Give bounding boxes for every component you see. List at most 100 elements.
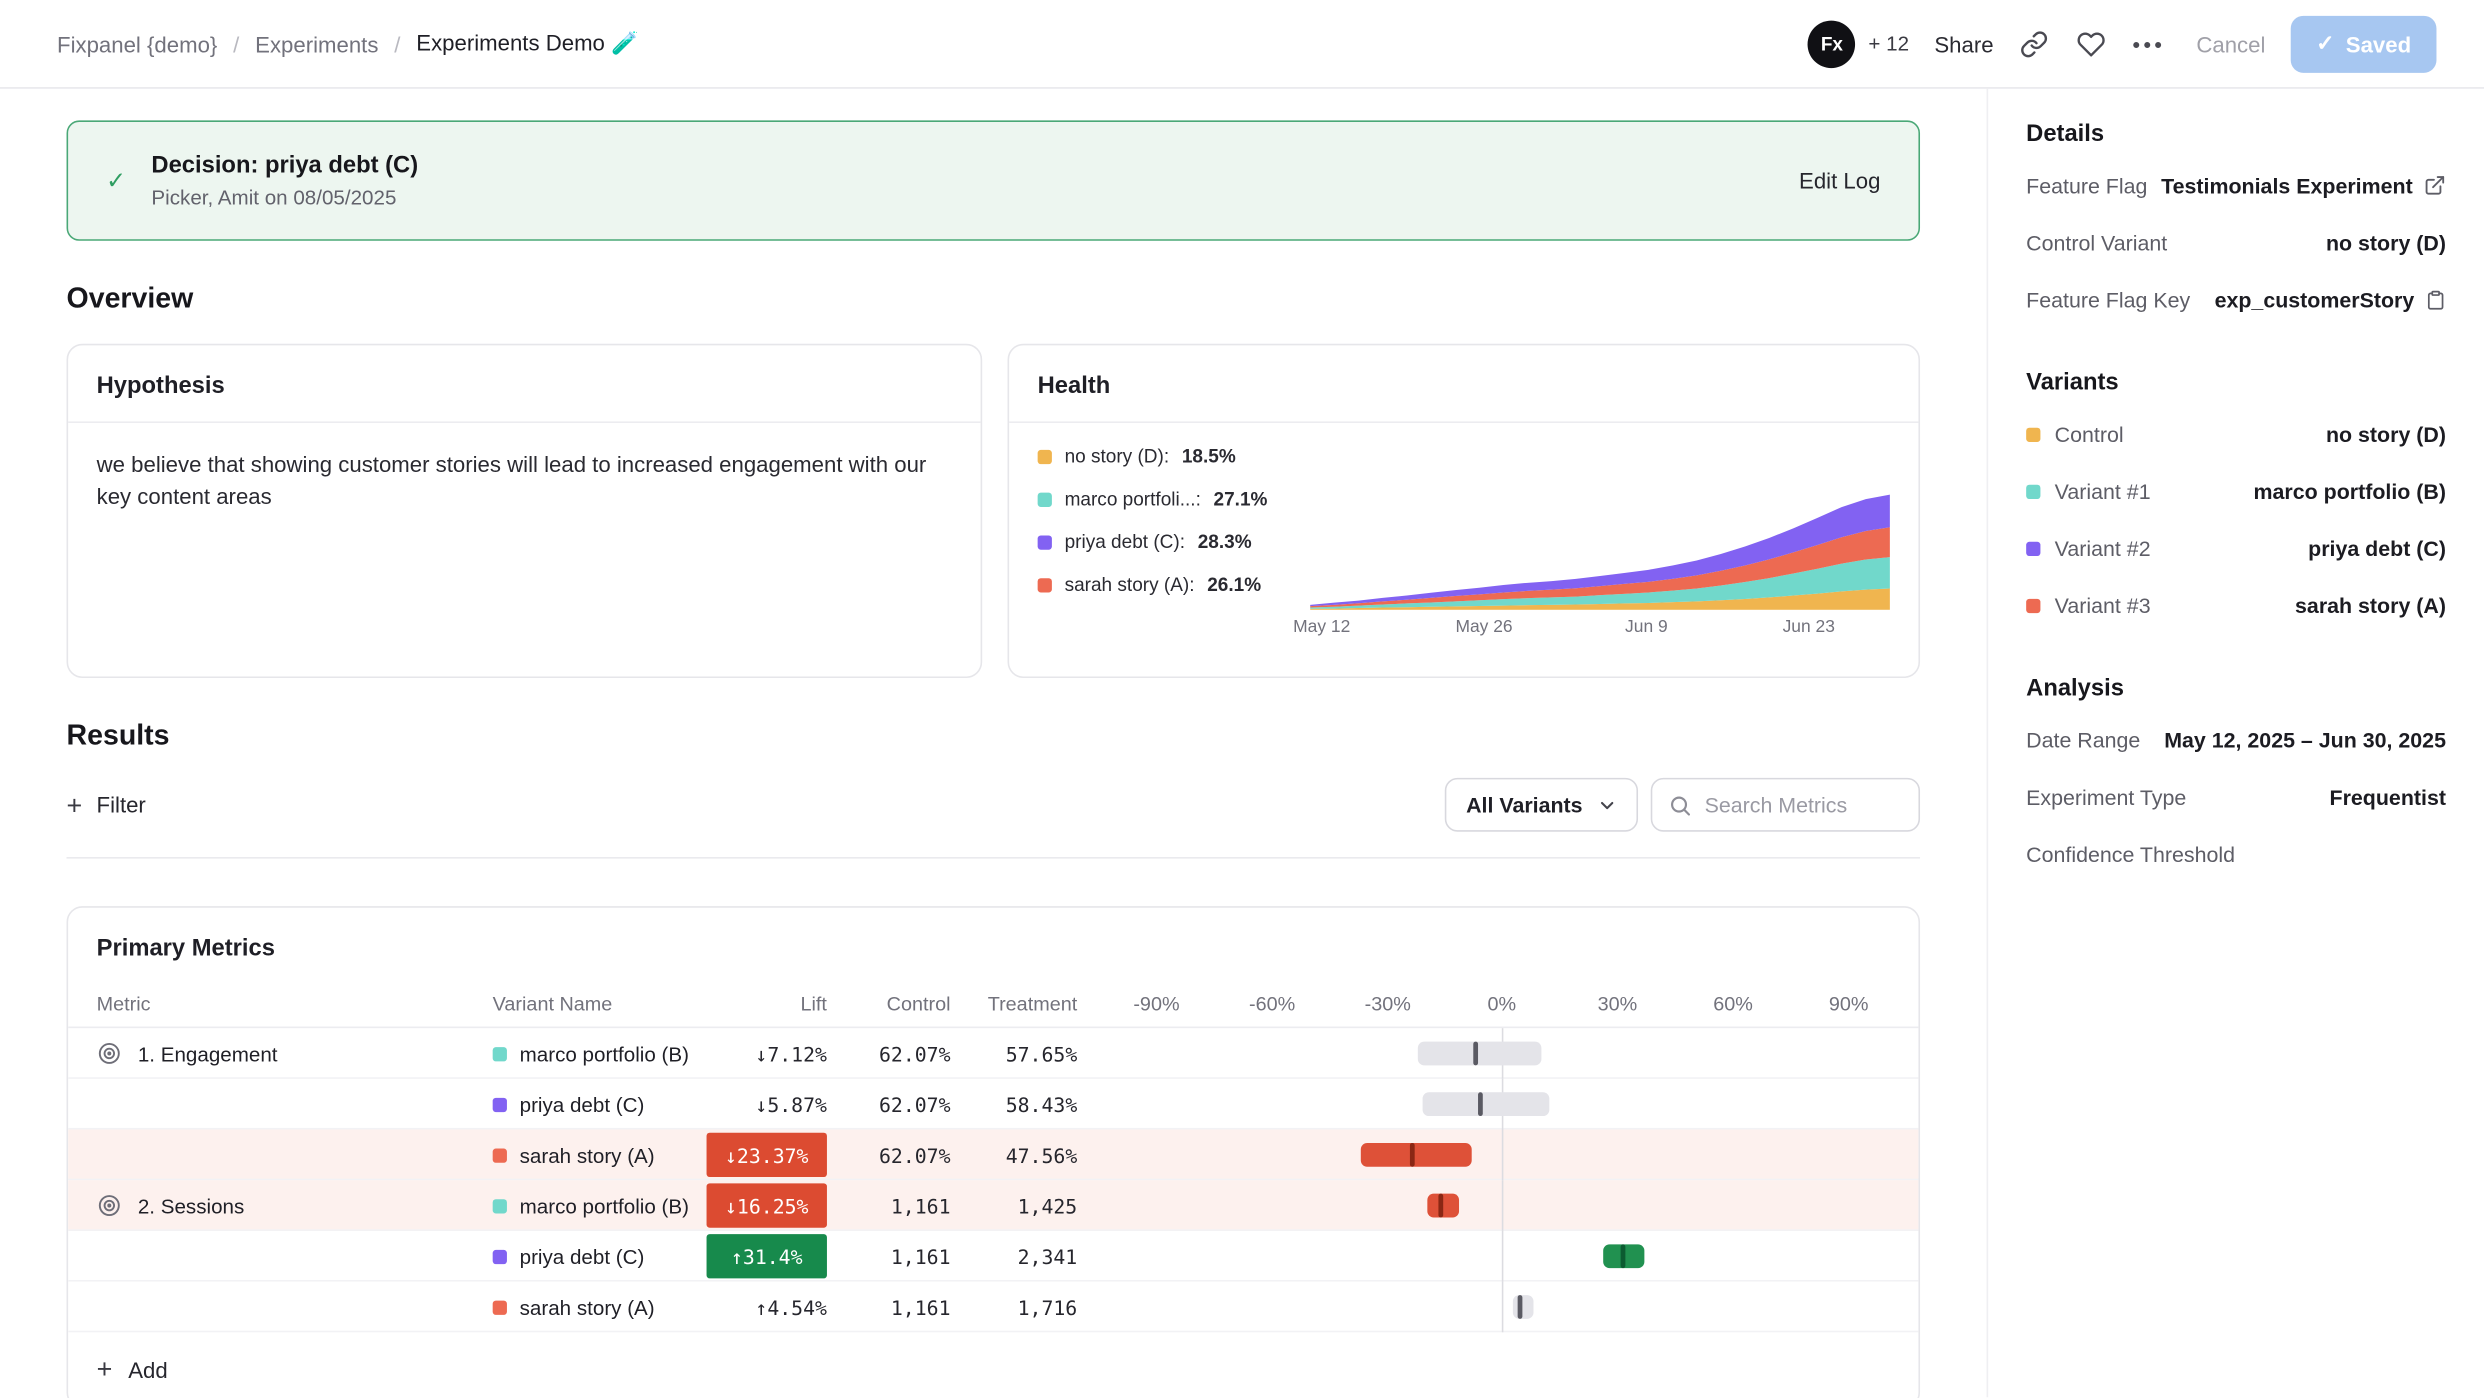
analysis-label: Experiment Type [2026,785,2186,809]
divider [67,857,1920,859]
analysis-heading: Analysis [2026,675,2446,702]
detail-label: Feature Flag Key [2026,288,2190,312]
variant-swatch [2026,541,2040,555]
lift-value: ↑4.54% [755,1295,827,1319]
breadcrumb-item-experiments[interactable]: Experiments [255,31,378,56]
variant-swatch [493,1300,507,1314]
analysis-label: Date Range [2026,728,2140,752]
more-options-button[interactable]: ••• [2133,28,2165,60]
legend-swatch [1038,535,1052,549]
col-variant: Variant Name [493,992,707,1014]
overview-heading: Overview [67,282,1920,315]
axis-tick: -60% [1249,992,1295,1014]
variant-row-3: Variant #3 sarah story (A) [2026,577,2446,634]
search-icon [1668,793,1692,817]
legend-swatch [1038,449,1052,463]
confidence-interval-plot [1115,1079,1890,1130]
table-row[interactable]: priya debt (C) ↑31.4% 1,161 2,341 [68,1231,1918,1282]
legend-label: sarah story (A): [1065,573,1195,595]
breadcrumb-item-project[interactable]: Fixpanel {demo} [57,31,217,56]
legend-item: marco portfoli...: 27.1% [1038,488,1310,510]
search-metrics-input[interactable] [1705,793,1898,817]
legend-label: no story (D): [1065,445,1170,467]
add-label: Add [128,1357,167,1382]
table-row[interactable]: priya debt (C) ↓5.87% 62.07% 58.43% [68,1079,1918,1130]
variant-row-1: Variant #1 marco portfolio (B) [2026,463,2446,520]
metric-cell: 2. Sessions [97,1193,493,1218]
clipboard-icon[interactable] [2425,289,2446,310]
ci-bar [1512,1295,1533,1319]
link-icon [2020,29,2049,58]
lift-badge-negative: ↓23.37% [707,1133,827,1177]
variant-swatch [493,1198,507,1212]
collaborators-count[interactable]: + 12 [1868,32,1909,56]
analysis-value: May 12, 2025 – Jun 30, 2025 [2164,728,2446,752]
share-button[interactable]: Share [1934,31,1993,56]
variant-label: Variant #1 [2055,479,2151,503]
filter-label: Filter [97,792,146,817]
control-value: 1,161 [827,1295,951,1319]
control-value: 1,161 [827,1244,951,1268]
legend-item: no story (D): 18.5% [1038,445,1310,467]
detail-row-feature-flag: Feature Flag Testimonials Experiment [2026,157,2446,214]
decision-banner-text: Decision: priya debt (C) Picker, Amit on… [151,152,418,209]
overview-cards: Hypothesis we believe that showing custo… [67,344,1920,678]
lift-cell: ↑4.54% [707,1295,827,1319]
saved-button[interactable]: ✓ Saved [2291,15,2437,72]
variant-name: sarah story (A) [520,1295,655,1319]
edit-log-button[interactable]: Edit Log [1799,168,1880,193]
axis-tick: -90% [1133,992,1179,1014]
search-metrics-box [1651,778,1920,832]
confidence-interval-plot [1115,1028,1890,1079]
results-toolbar: + Filter All Variants [67,778,1920,832]
table-row[interactable]: sarah story (A) ↓23.37% 62.07% 47.56% [68,1130,1918,1181]
ci-tick [1473,1042,1478,1066]
cancel-button[interactable]: Cancel [2196,31,2265,56]
variant-swatch [493,1148,507,1162]
table-header: Metric Variant Name Lift Control Treatme… [68,981,1918,1029]
copy-link-button[interactable] [2019,28,2051,60]
add-metric-button[interactable]: + Add [68,1332,1918,1398]
detail-value: exp_customerStory [2215,288,2415,312]
lift-cell: ↓7.12% [707,1042,827,1066]
legend-value: 26.1% [1207,573,1261,595]
hypothesis-title: Hypothesis [68,345,980,423]
details-section: Details Feature Flag Testimonials Experi… [2007,120,2465,328]
hypothesis-card: Hypothesis we believe that showing custo… [67,344,983,678]
external-link-icon[interactable] [2424,174,2446,196]
variant-value: marco portfolio (B) [2253,479,2445,503]
table-row[interactable]: 1. Engagement marco portfolio (B) ↓7.12%… [68,1028,1918,1079]
col-treatment: Treatment [951,992,1078,1014]
variant-cell: sarah story (A) [493,1143,707,1167]
ci-tick [1518,1295,1523,1319]
variant-swatch [493,1097,507,1111]
variants-dropdown-value: All Variants [1466,793,1583,817]
variant-cell: priya debt (C) [493,1092,707,1116]
check-icon: ✓ [2316,30,2335,57]
control-value: 62.07% [827,1042,951,1066]
control-value: 62.07% [827,1092,951,1116]
breadcrumb-item-current[interactable]: Experiments Demo 🧪 [416,30,638,57]
favorite-button[interactable] [2076,28,2108,60]
table-row[interactable]: 2. Sessions marco portfolio (B) ↓16.25% … [68,1180,1918,1231]
detail-value[interactable]: Testimonials Experiment [2161,173,2413,197]
variant-swatch [493,1046,507,1060]
legend-label: marco portfoli...: [1065,488,1201,510]
confidence-interval-plot [1115,1282,1890,1333]
treatment-value: 47.56% [951,1143,1078,1167]
variants-dropdown[interactable]: All Variants [1445,778,1638,832]
chart-x-label: May 12 [1293,618,1350,637]
add-filter-button[interactable]: + Filter [67,791,146,818]
variant-value: priya debt (C) [2308,536,2446,560]
analysis-row-confidence-threshold: Confidence Threshold [2026,825,2446,882]
control-value: 1,161 [827,1194,951,1218]
app: Fixpanel {demo} / Experiments / Experime… [0,0,2484,1397]
col-control: Control [827,992,951,1014]
decision-title: Decision: priya debt (C) [151,152,418,179]
plus-icon: + [97,1356,113,1383]
avatar[interactable]: Fx [1808,20,1856,68]
axis-tick: -30% [1365,992,1411,1014]
lift-value: ↓5.87% [755,1092,827,1116]
table-row[interactable]: sarah story (A) ↑4.54% 1,161 1,716 [68,1282,1918,1333]
detail-value: no story (D) [2326,230,2446,254]
